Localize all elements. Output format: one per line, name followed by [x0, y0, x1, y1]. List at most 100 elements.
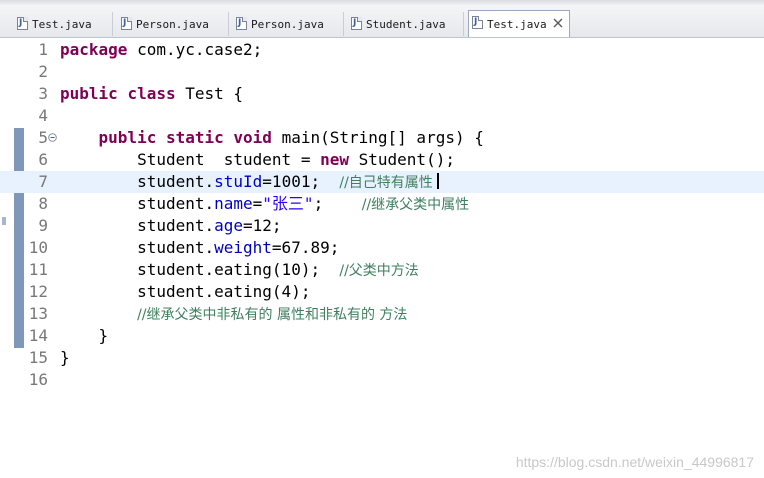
keyword: class: [127, 84, 176, 103]
code-line-9[interactable]: 9 student.age=12;: [0, 215, 764, 237]
code-fragment: =67.89;: [271, 238, 340, 257]
tab-label: Person.java: [136, 17, 209, 31]
code-fragment: [224, 128, 234, 147]
java-file-icon: [121, 17, 132, 30]
code-text: }: [60, 325, 109, 347]
watermark-url: https://blog.csdn.net/weixin_44996817: [515, 454, 754, 470]
keyword: void: [233, 128, 272, 147]
code-line-10[interactable]: 10 student.weight=67.89;: [0, 237, 764, 259]
code-fragment: student.eating(4);: [60, 282, 311, 301]
code-line-5[interactable]: 5 public static void main(String[] args)…: [0, 127, 764, 149]
line-number: 12: [28, 282, 48, 301]
tab-label: Student.java: [366, 17, 446, 31]
line-number: 4: [38, 106, 48, 125]
code-comment: //继承父类中属性: [361, 197, 470, 213]
tab-label: Person.java: [251, 17, 324, 31]
code-line-14[interactable]: 14 }: [0, 325, 764, 347]
tab-label: Test.java: [487, 17, 547, 31]
code-text: student.weight=67.89;: [60, 237, 339, 259]
collapse-toggle-icon[interactable]: [48, 133, 57, 142]
code-text: package com.yc.case2;: [60, 39, 262, 61]
code-fragment: student.: [60, 172, 215, 191]
line-number: 10: [28, 238, 48, 257]
editor-tab-bar: Test.java Person.java Person.java Studen…: [0, 5, 764, 38]
code-fragment: }: [60, 348, 70, 367]
keyword: package: [60, 40, 128, 59]
code-fragment: =1001;: [262, 172, 340, 191]
close-icon[interactable]: [552, 17, 564, 29]
line-number: 15: [28, 348, 48, 367]
string-literal: "张三": [262, 194, 314, 213]
line-number: 11: [28, 260, 48, 279]
tab-student-java[interactable]: Student.java: [348, 12, 464, 36]
code-fragment: [60, 304, 137, 323]
code-line-11[interactable]: 11 student.eating(10); //父类中方法: [0, 259, 764, 281]
line-number: 7: [38, 172, 48, 191]
field-name: weight: [214, 238, 272, 257]
code-fragment: student.: [60, 216, 215, 235]
code-line-7-current[interactable]: 7 student.stuId=1001; //自己特有属性: [0, 171, 764, 193]
line-number: 13: [28, 304, 48, 323]
code-fragment: student.: [60, 194, 215, 213]
keyword: public: [98, 128, 157, 147]
tab-person-java-2[interactable]: Person.java: [233, 12, 344, 36]
code-line-4[interactable]: 4: [0, 105, 764, 127]
line-number: 8: [38, 194, 48, 213]
tab-test-java-active[interactable]: Test.java: [468, 10, 570, 37]
code-text: student.eating(10); //父类中方法: [60, 259, 419, 282]
java-file-icon: [236, 17, 247, 30]
code-text: public static void main(String[] args) {: [60, 127, 484, 149]
line-number: 3: [38, 84, 48, 103]
code-fragment: [156, 128, 166, 147]
code-fragment: ;: [313, 194, 362, 213]
code-line-12[interactable]: 12 student.eating(4);: [0, 281, 764, 303]
code-line-15[interactable]: 15 }: [0, 347, 764, 369]
line-number: 9: [38, 216, 48, 235]
tab-label: Test.java: [32, 17, 92, 31]
code-fragment: Student();: [349, 150, 455, 169]
line-number: 2: [38, 62, 48, 81]
code-text: student.eating(4);: [60, 281, 310, 303]
code-fragment: com.yc.case2;: [127, 40, 263, 59]
code-text: //继承父类中非私有的 属性和非私有的 方法: [60, 303, 407, 326]
code-fragment: [118, 84, 128, 103]
code-fragment: [60, 128, 99, 147]
code-text: public class Test {: [60, 83, 243, 105]
line-number: 1: [38, 40, 48, 59]
code-text: student.age=12;: [60, 215, 282, 237]
code-text: }: [60, 347, 70, 369]
code-fragment: }: [60, 326, 109, 345]
code-line-8[interactable]: 8 student.name="张三"; //继承父类中属性: [0, 193, 764, 215]
code-line-3[interactable]: 3 public class Test {: [0, 83, 764, 105]
code-line-13[interactable]: 13 //继承父类中非私有的 属性和非私有的 方法: [0, 303, 764, 325]
java-file-icon: [472, 16, 483, 29]
tab-test-java-1[interactable]: Test.java: [14, 12, 113, 36]
code-text: student.name="张三"; //继承父类中属性: [60, 193, 469, 216]
code-fragment: =: [252, 194, 263, 213]
code-line-16[interactable]: 16: [0, 369, 764, 391]
code-line-6[interactable]: 6 Student student = new Student();: [0, 149, 764, 171]
tab-person-java-1[interactable]: Person.java: [118, 12, 229, 36]
line-number: 5: [38, 128, 48, 147]
text-caret: [436, 173, 439, 189]
code-comment: //父类中方法: [339, 263, 419, 279]
line-number: 6: [38, 150, 48, 169]
line-number: 16: [28, 370, 48, 389]
code-text: Student student = new Student();: [60, 149, 455, 171]
code-fragment: Test {: [175, 84, 244, 103]
code-line-2[interactable]: 2: [0, 61, 764, 83]
code-comment: //继承父类中非私有的 属性和非私有的 方法: [137, 307, 408, 323]
code-fragment: =12;: [243, 216, 282, 235]
keyword: public: [60, 84, 118, 103]
field-name: age: [214, 216, 244, 235]
code-editor[interactable]: 1 package com.yc.case2; 2 3 public class…: [0, 38, 764, 478]
java-file-icon: [351, 17, 362, 30]
code-fragment: Student student =: [60, 150, 321, 169]
code-line-1[interactable]: 1 package com.yc.case2;: [0, 39, 764, 61]
code-fragment: main(String[] args) {: [271, 128, 484, 147]
code-fragment: student.eating(10);: [60, 260, 340, 279]
code-comment: //自己特有属性: [339, 175, 433, 191]
java-file-icon: [17, 17, 28, 30]
field-name: name: [214, 194, 253, 213]
line-number: 14: [28, 326, 48, 345]
